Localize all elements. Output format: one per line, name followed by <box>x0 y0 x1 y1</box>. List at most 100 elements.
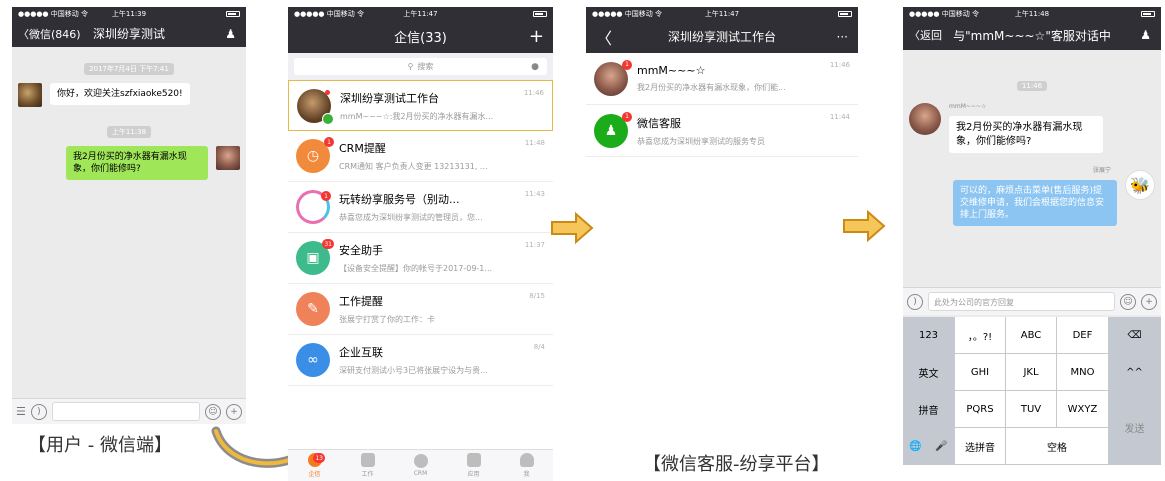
conversation-time: 11:44 <box>829 113 850 121</box>
tab-work[interactable]: 工作 <box>341 450 394 481</box>
key-pqrs[interactable]: PQRS <box>955 391 1006 428</box>
key-emoticon[interactable]: ^^ <box>1109 354 1161 391</box>
timestamp: 上午11:38 <box>106 126 152 138</box>
conversation-item[interactable]: 1 mmM~~~☆ 我2月份买的净水器有漏水现象，你们能... 11:46 <box>586 53 858 105</box>
key-mno[interactable]: MNO <box>1057 354 1109 391</box>
back-button[interactable]: 〈返回 <box>903 27 942 43</box>
conversation-preview: 我2月份买的净水器有漏水现象，你们能... <box>637 83 786 92</box>
globe-icon[interactable]: 🌐 <box>903 428 929 465</box>
user-icon[interactable]: ♟ <box>225 27 236 41</box>
tab-qixin[interactable]: 企信 13 <box>288 450 341 481</box>
conversation-item[interactable]: ◷ 1 CRM提醒 CRM通知 客户负责人变更 13213131, ... 11:… <box>288 131 553 182</box>
more-button[interactable]: ··· <box>837 30 848 44</box>
conversation-item[interactable]: ▣ 31 安全助手 【设备安全提醒】你的帐号于2017-09-1... 11:37 <box>288 233 553 284</box>
key-wxyz[interactable]: WXYZ <box>1057 391 1109 428</box>
conversation-item[interactable]: ✎ 工作提醒 张展宁打赏了你的工作：卡 8/15 <box>288 284 553 335</box>
unread-badge: 31 <box>322 239 334 249</box>
key-select-pinyin[interactable]: 选拼音 <box>955 428 1006 465</box>
emoji-icon[interactable]: ☺ <box>205 403 221 420</box>
message-bubble[interactable]: 你好，欢迎关注szfxiaoke520! <box>50 83 190 106</box>
cube-icon <box>466 453 481 467</box>
bee-avatar[interactable]: 🐝 <box>1125 170 1155 200</box>
timestamp: 11:46 <box>1016 81 1048 91</box>
space-key[interactable]: 空格 <box>1006 428 1109 465</box>
add-icon[interactable]: + <box>1141 293 1157 310</box>
voice-icon[interactable]: ) <box>30 403 47 420</box>
delete-key[interactable]: ⌫ <box>1109 317 1161 354</box>
conversation-name: 深圳纷享测试工作台 <box>340 91 439 105</box>
avatar[interactable] <box>216 146 240 170</box>
sender-name: mmM~~~☆ <box>949 103 987 110</box>
outgoing-message: 张展宁 可以的，麻烦点击菜单(售后服务)提交维修申请，我们会根据您的信息安排上门… <box>903 165 1161 227</box>
conversation-time: 8/4 <box>533 343 545 351</box>
menu-icon[interactable]: ☰ <box>16 405 26 418</box>
voice-icon[interactable]: ) <box>907 293 923 310</box>
conversation-preview: 张展宁打赏了你的工作：卡 <box>339 315 435 324</box>
back-button[interactable]: 〈 <box>586 25 612 49</box>
message-bubble[interactable]: 可以的，麻烦点击菜单(售后服务)提交维修申请，我们会根据您的信息安排上门服务。 <box>953 180 1117 227</box>
avatar[interactable] <box>909 103 941 135</box>
mic-icon[interactable]: 🎤 <box>929 428 955 465</box>
message-input[interactable]: 此处为公司的官方回复 <box>928 292 1115 311</box>
emoji-icon[interactable]: ☺ <box>1120 293 1136 310</box>
service-chat-phone: ●●●●● 中国移动 令 上午11:48 〈返回 与"mmM~~~☆"客服对话中… <box>903 7 1161 465</box>
unread-badge: 1 <box>622 59 632 70</box>
user-icon[interactable]: ♟ <box>1140 28 1151 42</box>
conversation-preview: 【设备安全提醒】你的帐号于2017-09-1... <box>339 264 493 273</box>
conversation-item[interactable]: 深圳纷享测试工作台 mmM~~~☆:我2月份买的净水器有漏水... 11:46 <box>288 80 553 131</box>
key-tuv[interactable]: TUV <box>1006 391 1057 428</box>
key-pinyin[interactable]: 拼音 <box>903 391 955 428</box>
conversation-item[interactable]: 1 玩转纷享服务号（别动... 恭喜您成为深圳纷享测试的管理员，您... 11:… <box>288 182 553 233</box>
search-icon: ⚲ <box>407 62 414 71</box>
tab-label: 工作 <box>361 471 374 478</box>
key-ghi[interactable]: GHI <box>955 354 1006 391</box>
conversation-name: 微信客服 <box>637 116 681 130</box>
search-input[interactable]: ⚲ 搜索 ● <box>294 58 547 75</box>
conversation-name: 企业互联 <box>339 346 383 359</box>
conversation-preview: 恭喜您成为深圳纷享测试的服务专员 <box>637 136 765 146</box>
battery-icon <box>533 10 547 17</box>
mic-icon[interactable]: ● <box>531 62 539 72</box>
key-def[interactable]: DEF <box>1057 317 1109 354</box>
back-button[interactable]: 〈微信(846) <box>12 26 81 42</box>
conversation-item[interactable]: ∞ 企业互联 深研支付测试小号3已将张展宁设为与贵... 8/4 <box>288 335 553 386</box>
crm-reminder-icon: ◷ 1 <box>296 137 334 173</box>
tab-bar: 企信 13 工作 CRM 应用 我 <box>288 449 553 481</box>
conversation-time: 11:37 <box>524 241 545 249</box>
key-123[interactable]: 123 <box>903 317 955 354</box>
key-punct[interactable]: ，。?! <box>955 317 1006 354</box>
add-icon[interactable]: + <box>226 403 242 420</box>
tab-crm[interactable]: CRM <box>394 450 447 481</box>
conversation-preview: CRM通知 客户负责人变更 13213131, ... <box>339 162 488 171</box>
page-title: 企信(33) <box>394 31 447 46</box>
tab-me[interactable]: 我 <box>500 450 553 481</box>
status-time: 上午11:39 <box>111 9 147 18</box>
chat-input-bar: ) 此处为公司的官方回复 ☺ + <box>903 287 1161 315</box>
wechat-service-icon: ♟ 1 <box>594 111 632 148</box>
unread-dot <box>325 89 330 95</box>
status-bar: ●●●●● 中国移动 令 上午11:47 <box>288 7 553 20</box>
message-input[interactable] <box>51 402 200 421</box>
tab-apps[interactable]: 应用 <box>447 450 500 481</box>
key-abc[interactable]: ABC <box>1006 317 1057 354</box>
edit-icon <box>360 453 375 467</box>
status-bar: ●●●●● 中国移动 令 上午11:39 <box>12 7 246 20</box>
crm-icon <box>413 454 428 468</box>
plus-button[interactable]: + <box>529 26 544 47</box>
tab-label: 企信 <box>308 471 321 478</box>
status-time: 上午11:47 <box>403 9 438 18</box>
message-bubble[interactable]: 我2月份买的净水器有漏水现象，你们能修吗? <box>66 146 208 181</box>
key-jkl[interactable]: JKL <box>1006 354 1057 391</box>
avatar[interactable] <box>18 83 42 107</box>
key-english[interactable]: 英文 <box>903 354 955 391</box>
page-title: 深圳纷享测试工作台 <box>667 30 776 44</box>
search-placeholder: 搜索 <box>417 62 434 71</box>
nav-bar: 企信(33) + <box>288 20 553 53</box>
conversation-item[interactable]: ♟ 1 微信客服 恭喜您成为深圳纷享测试的服务专员 11:44 <box>586 105 858 157</box>
conversation-name: mmM~~~☆ <box>637 64 706 77</box>
nav-bar: 〈微信(846) 深圳纷享测试 ♟ <box>12 20 246 47</box>
status-time: 上午11:48 <box>1014 9 1050 18</box>
unread-badge: 1 <box>622 111 632 122</box>
send-key[interactable]: 发送 <box>1109 391 1161 465</box>
message-bubble[interactable]: 我2月份买的净水器有漏水现象，你们能修吗? <box>949 116 1103 153</box>
